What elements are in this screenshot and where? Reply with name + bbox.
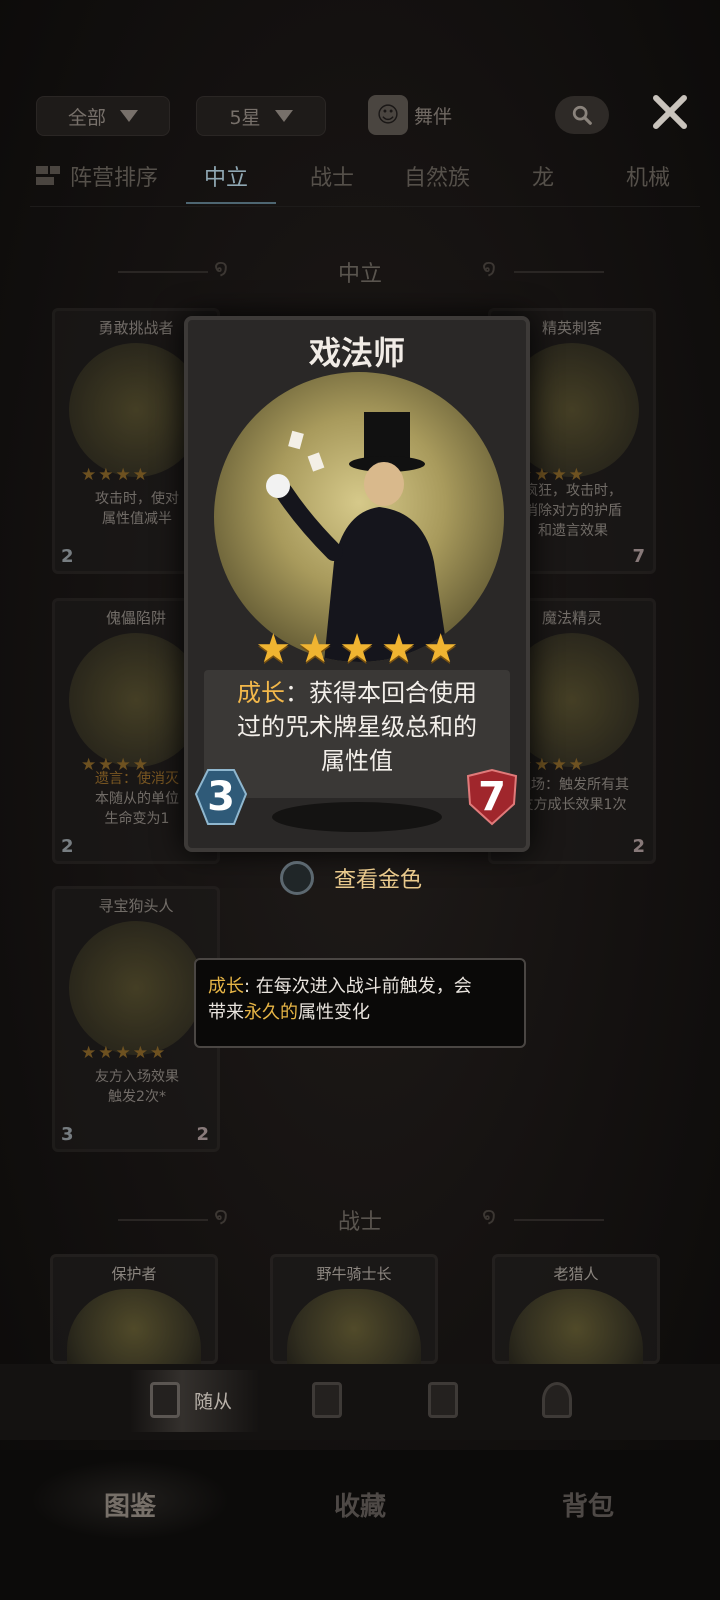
cost-badge: 3 — [194, 766, 248, 828]
search-button[interactable] — [555, 96, 609, 134]
view-gold-label: 查看金色 — [334, 868, 423, 893]
card-old-hunter[interactable]: 老猎人 — [492, 1254, 660, 1369]
card-stars: ★★★★ — [81, 465, 150, 485]
card-portrait — [69, 921, 203, 1055]
swirl-ornament-icon: ໑ — [482, 256, 497, 281]
faction-filter-label: 全部 — [67, 106, 106, 129]
card-portrait — [69, 633, 203, 767]
search-icon — [572, 105, 592, 125]
faction-filter-dropdown[interactable]: 全部 — [36, 96, 170, 136]
card-cost: 2 — [61, 836, 74, 857]
desc-line-3: 属性值 — [321, 747, 393, 775]
faction-tabs: 阵营排序 中立 战士 自然族 龙 机械 — [30, 160, 700, 207]
card-bison-knight[interactable]: 野牛骑士长 — [270, 1254, 438, 1369]
tabs-divider — [30, 206, 700, 207]
star-filter-label: 5星 — [229, 106, 261, 129]
section-divider — [514, 271, 604, 273]
tooltip-keyword: 成长 — [208, 976, 244, 997]
spell-card-icon — [312, 1382, 342, 1418]
main-bottom-nav: 图鉴 收藏 背包 — [0, 1450, 720, 1600]
section-title-neutral: 中立 — [337, 262, 382, 287]
swirl-ornament-icon: ໑ — [482, 1204, 497, 1229]
card-name: 保护者 — [111, 1265, 157, 1283]
tab-dragon[interactable]: 龙 — [532, 160, 554, 192]
featured-card-name: 戏法师 — [308, 334, 405, 372]
card-base-shadow — [272, 802, 442, 832]
subnav-spells[interactable] — [312, 1382, 342, 1418]
card-cost: 2 — [61, 546, 74, 567]
tab-neutral[interactable]: 中立 — [204, 160, 248, 192]
tab-faction-sort[interactable]: 阵营排序 — [34, 160, 158, 192]
card-portrait — [67, 1289, 201, 1369]
card-desc-line: 触发2次* — [108, 1089, 166, 1105]
view-gold-toggle[interactable]: 查看金色 — [244, 856, 474, 900]
sort-icon — [36, 166, 60, 185]
magician-portrait — [214, 372, 504, 662]
cards-stack-icon — [428, 1382, 458, 1418]
card-portrait — [509, 1289, 643, 1369]
companion-filter-label: 舞伴 — [414, 105, 453, 128]
chevron-down-icon — [120, 110, 138, 122]
card-portrait — [69, 343, 203, 477]
card-name: 野牛骑士长 — [316, 1265, 392, 1283]
tab-mech[interactable]: 机械 — [626, 160, 670, 192]
card-cost: 3 — [61, 1124, 74, 1145]
nav-backpack[interactable]: 背包 — [562, 1486, 614, 1523]
keyword-tooltip: 成长: 在每次进入战斗前触发，会 带来永久的属性变化 — [194, 958, 526, 1048]
card-protector[interactable]: 保护者 — [50, 1254, 218, 1369]
card-attack: 2 — [632, 836, 645, 857]
tooltip-text: 带来 — [208, 1002, 244, 1023]
featured-card-stars: ★ ★ ★ ★ ★ — [184, 626, 530, 672]
subnav-minions-label: 随从 — [194, 1390, 233, 1413]
magician-figure-icon — [266, 412, 449, 662]
active-tab-indicator — [186, 202, 276, 204]
featured-card-attack: 7 — [478, 774, 506, 820]
collection-subnav: 随从 — [0, 1364, 720, 1440]
card-desc: 友方入场效果 触发2次* — [67, 1067, 207, 1107]
desc-line-1: 成长：获得本回合使用 — [214, 676, 500, 710]
star-icon: ★ — [255, 626, 292, 672]
tooltip-line-1: 成长: 在每次进入战斗前触发，会 — [208, 974, 512, 1000]
close-icon[interactable] — [650, 92, 690, 132]
nav-collection[interactable]: 收藏 — [334, 1486, 386, 1523]
desc-line-2: 过的咒术牌星级总和的 — [237, 713, 477, 741]
subnav-heroes[interactable] — [542, 1382, 572, 1418]
tab-warrior[interactable]: 战士 — [310, 160, 354, 192]
hero-icon — [542, 1382, 572, 1418]
companion-filter-button[interactable]: ☺ 舞伴 — [368, 92, 468, 138]
star-filter-dropdown[interactable]: 5星 — [196, 96, 326, 136]
tooltip-highlight: 永久的 — [244, 1002, 298, 1023]
section-title-warrior: 战士 — [337, 1210, 382, 1235]
tab-nature[interactable]: 自然族 — [404, 160, 470, 192]
card-attack: 7 — [632, 546, 645, 567]
card-stars: ★★★★★ — [81, 1043, 168, 1063]
star-icon: ★ — [339, 626, 375, 672]
featured-card-cost: 3 — [207, 774, 235, 820]
star-icon: ★ — [380, 626, 417, 672]
minion-card-icon — [150, 1382, 180, 1418]
card-attack: 2 — [196, 1124, 209, 1145]
mask-icon: ☺ — [368, 95, 408, 135]
chevron-down-icon — [274, 110, 293, 122]
star-icon: ★ — [297, 626, 334, 672]
tooltip-line-2: 带来永久的属性变化 — [208, 1000, 512, 1026]
featured-card[interactable]: 戏法师 ★ ★ ★ ★ ★ 成长：获得本回合使用 过的咒术牌星级总和的 属性值 … — [184, 316, 530, 852]
keyword-growth: 成长 — [237, 679, 285, 707]
desc-text: ：获得本回合使用 — [285, 679, 477, 707]
card-name: 老猎人 — [553, 1265, 599, 1283]
card-desc-line: 友方入场效果 — [95, 1069, 179, 1085]
subnav-cardbacks[interactable] — [428, 1382, 458, 1418]
tab-faction-sort-label: 阵营排序 — [70, 166, 159, 191]
card-portrait — [287, 1289, 421, 1369]
nav-codex[interactable]: 图鉴 — [104, 1486, 156, 1523]
card-name: 寻宝狗头人 — [98, 897, 174, 915]
section-divider — [514, 1219, 604, 1221]
star-icon: ★ — [422, 626, 459, 672]
tooltip-text: 属性变化 — [298, 1002, 370, 1023]
radio-button[interactable] — [280, 861, 314, 895]
subnav-minions[interactable]: 随从 — [150, 1382, 232, 1418]
tooltip-text: : 在每次进入战斗前触发，会 — [244, 976, 472, 997]
attack-badge: 7 — [464, 766, 520, 828]
